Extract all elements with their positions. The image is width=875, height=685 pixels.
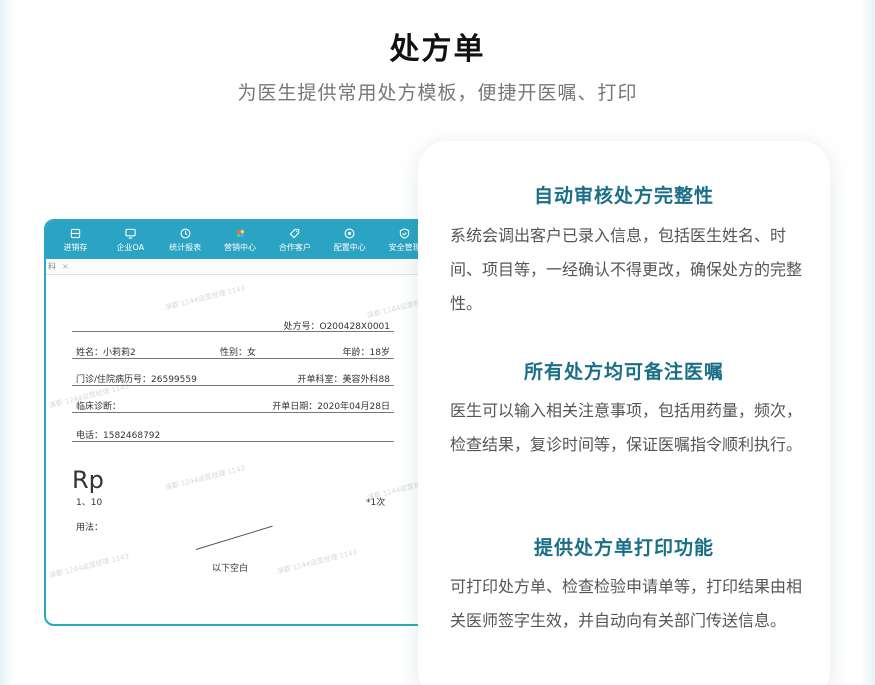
feature-card: 自动审核处方完整性 系统会调出客户已录入信息，包括医生姓名、时间、项目等，一经确… [418, 141, 830, 685]
usage-label: 用法： [76, 523, 104, 533]
nav-label: 企业OA [116, 242, 145, 252]
patient-gender: 性别：女 [220, 348, 257, 358]
page-title: 处方单 [389, 32, 486, 67]
nav-label: 配置中心 [333, 242, 366, 252]
clock-icon [180, 228, 191, 238]
patient-age: 年龄：18岁 [342, 348, 390, 358]
sparkle-icon [236, 229, 244, 237]
shield-icon [399, 227, 410, 239]
form-row: 处方号：O200428X0001 [72, 311, 394, 332]
watermark: 演都 1244运营经理 1143 [164, 284, 246, 312]
close-icon[interactable]: × [62, 262, 69, 271]
watermark: 演都 1244运营经理 1143 [276, 548, 358, 576]
prescription-screenshot: 进销存 企业OA 统计报表 营销中心 合作客户 配置中心 安全管理 料 × 演都… [44, 219, 434, 626]
nav-label: 合作客户 [278, 242, 311, 252]
feature-desc: 可打印处方单、检查检验申请单等，打印结果由相关医师签字生效，并自动向有关部门传送… [450, 577, 803, 630]
rx-number: 处方号：O200428X0001 [283, 322, 390, 332]
nav-label: 营销中心 [224, 242, 256, 252]
rx-quantity: *1次 [366, 498, 386, 508]
form-row: 门诊/住院病历号：26599559 开单科室：美容外科88 [72, 359, 394, 386]
prescription-form: 处方号：O200428X0001 姓名：小莉莉2 性别：女 年龄：18岁 门诊/… [72, 311, 394, 442]
nav-item-inventory[interactable]: 进销存 [48, 221, 103, 259]
archive-icon [70, 228, 81, 238]
nav-item-marketing[interactable]: 营销中心 [213, 221, 268, 259]
feature-title: 提供处方单打印功能 [533, 537, 714, 559]
nav-label: 进销存 [63, 242, 88, 252]
rx-item: 1、10 [76, 498, 103, 508]
blank-slash-line [195, 525, 273, 550]
nav-label: 统计报表 [169, 242, 202, 252]
nav-item-config[interactable]: 配置中心 [322, 221, 377, 259]
nav-label: 安全管理 [388, 242, 421, 252]
patient-name: 姓名：小莉莉2 [76, 348, 136, 358]
feature-desc: 系统会调出客户已录入信息，包括医生姓名、时间、项目等，一经确认不得更改，确保处方… [450, 226, 803, 313]
blank-note: 以下空白 [212, 564, 249, 574]
form-row: 电话：1582468792 [72, 413, 394, 442]
watermark: 演都 1244运营经理 1143 [48, 552, 130, 580]
tab-label[interactable]: 料 [48, 262, 56, 271]
feature-title: 所有处方均可备注医嘱 [523, 361, 724, 383]
feature-title: 自动审核处方完整性 [533, 185, 714, 207]
feature-desc: 医生可以输入相关注意事项，包括用药量，频次，检查结果，复诊时间等，保证医嘱指令顺… [450, 401, 803, 454]
issue-date: 开单日期：2020年04月28日 [272, 402, 390, 412]
diagnosis: 临床诊断： [76, 402, 122, 412]
watermark: 演都 1244运营经理 1143 [164, 464, 246, 492]
nav-item-clients[interactable]: 合作客户 [267, 221, 322, 259]
page-subtitle: 为医生提供常用处方模板，便捷开医嘱、打印 [237, 82, 638, 104]
department: 开单科室：美容外科88 [297, 375, 390, 385]
monitor-icon [125, 228, 136, 239]
form-row: 姓名：小莉莉2 性别：女 年龄：18岁 [72, 332, 394, 359]
rp-symbol: Rp [72, 466, 104, 494]
settings-icon [344, 228, 355, 238]
record-number: 门诊/住院病历号：26599559 [76, 375, 197, 385]
nav-item-oa[interactable]: 企业OA [103, 221, 158, 259]
tag-icon [289, 228, 300, 238]
phone: 电话：1582468792 [76, 431, 161, 441]
nav-item-reports[interactable]: 统计报表 [158, 221, 213, 259]
form-row: 临床诊断： 开单日期：2020年04月28日 [72, 386, 394, 413]
tab-bar: 料 × [46, 259, 432, 275]
top-nav: 进销存 企业OA 统计报表 营销中心 合作客户 配置中心 安全管理 [46, 221, 432, 259]
